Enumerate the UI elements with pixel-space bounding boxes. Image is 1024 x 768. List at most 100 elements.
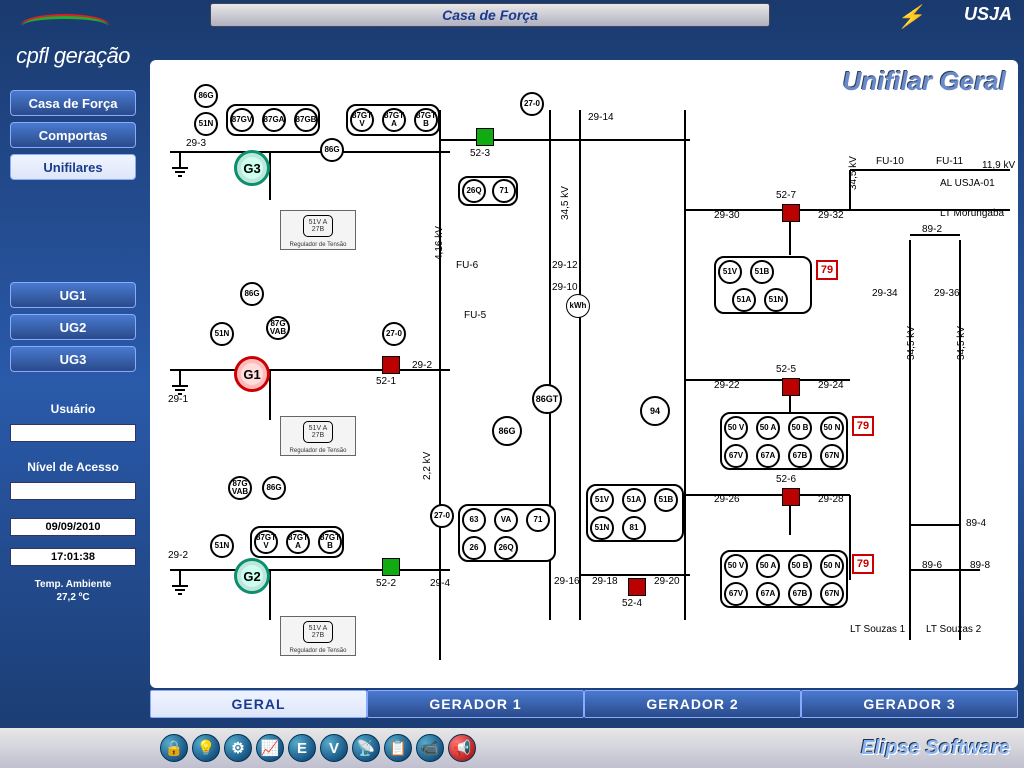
relay-26q-b[interactable]: 26Q xyxy=(494,536,518,560)
switch-52-6[interactable] xyxy=(782,488,800,506)
relay-50a-6[interactable]: 50 A xyxy=(756,554,780,578)
relay-86g-g2[interactable]: 86G xyxy=(262,476,286,500)
relay-87gb[interactable]: 87GB xyxy=(294,108,318,132)
relay-63[interactable]: 63 xyxy=(462,508,486,532)
relay-50b-5[interactable]: 50 B xyxy=(788,416,812,440)
relay-86g[interactable]: 86G xyxy=(194,84,218,108)
relay-87ga[interactable]: 87GA xyxy=(262,108,286,132)
relay-67n-6[interactable]: 67N xyxy=(820,582,844,606)
relay-87gta[interactable]: 87GT A xyxy=(382,108,406,132)
relay-27-0-bot[interactable]: 27-0 xyxy=(430,504,454,528)
relay-group-52-7[interactable]: 51V 51B 51A 51N xyxy=(714,256,812,314)
tab-gerador2[interactable]: GERADOR 2 xyxy=(584,690,801,718)
regulator-g2[interactable]: 51V A 27B Regulador de Tensão xyxy=(280,616,356,656)
relay-86g-g1[interactable]: 86G xyxy=(240,282,264,306)
single-line-diagram[interactable]: G3 G1 G2 52-3 52-1 52-2 52-4 52-5 52-6 5… xyxy=(150,60,1018,688)
relay-87gta-g2[interactable]: 87GT A xyxy=(286,530,310,554)
access-field[interactable] xyxy=(10,482,136,500)
relay-50n-6[interactable]: 50 N xyxy=(820,554,844,578)
relay-50v-6[interactable]: 50 V xyxy=(724,554,748,578)
nav-ug1[interactable]: UG1 xyxy=(10,282,136,308)
relay-50n-5[interactable]: 50 N xyxy=(820,416,844,440)
relay-79-5[interactable]: 79 xyxy=(852,416,874,436)
relay-87gtb[interactable]: 87GT B xyxy=(414,108,438,132)
tool-lock-icon[interactable]: 🔒 xyxy=(160,734,188,762)
tool-e-icon[interactable]: E xyxy=(288,734,316,762)
relay-67a-6[interactable]: 67A xyxy=(756,582,780,606)
relay-group-87gt[interactable]: 87GT V 87GT A 87GT B xyxy=(346,104,440,136)
relay-51v-7[interactable]: 51V xyxy=(718,260,742,284)
relay-group-87gt-g2[interactable]: 87GT V 87GT A 87GT B xyxy=(250,526,344,558)
relay-79-6[interactable]: 79 xyxy=(852,554,874,574)
relay-87gtb-g2[interactable]: 87GT B xyxy=(318,530,342,554)
relay-87gv[interactable]: 87GV xyxy=(230,108,254,132)
relay-51n-g2[interactable]: 51N xyxy=(210,534,234,558)
tool-camera-icon[interactable]: 📹 xyxy=(416,734,444,762)
relay-51n-g1[interactable]: 51N xyxy=(210,322,234,346)
relay-87gtv[interactable]: 87GT V xyxy=(350,108,374,132)
relay-group-26q-71[interactable]: 26Q 71 xyxy=(458,176,518,206)
relay-50b-6[interactable]: 50 B xyxy=(788,554,812,578)
generator-g1[interactable]: G1 xyxy=(234,356,270,392)
switch-52-4[interactable] xyxy=(628,578,646,596)
relay-51a-7[interactable]: 51A xyxy=(732,288,756,312)
relay-67a-5[interactable]: 67A xyxy=(756,444,780,468)
relay-87gtv-g2[interactable]: 87GT V xyxy=(254,530,278,554)
user-field[interactable] xyxy=(10,424,136,442)
nav-unifilares[interactable]: Unifilares xyxy=(10,154,136,180)
relay-51b[interactable]: 51B xyxy=(654,488,678,512)
tool-lamp-icon[interactable]: 💡 xyxy=(192,734,220,762)
relay-81[interactable]: 81 xyxy=(622,516,646,540)
relay-27-0-top[interactable]: 27-0 xyxy=(520,92,544,116)
relay-71b[interactable]: 71 xyxy=(526,508,550,532)
switch-52-7[interactable] xyxy=(782,204,800,222)
tab-gerador3[interactable]: GERADOR 3 xyxy=(801,690,1018,718)
relay-group-52-6[interactable]: 50 V 50 A 50 B 50 N 67V 67A 67B 67N xyxy=(720,550,848,608)
relay-group-trafo[interactable]: 63 VA 71 26 26Q xyxy=(458,504,556,562)
switch-52-3[interactable] xyxy=(476,128,494,146)
nav-comportas[interactable]: Comportas xyxy=(10,122,136,148)
relay-26q[interactable]: 26Q xyxy=(462,179,486,203)
regulator-g3[interactable]: 51V A 27B Regulador de Tensão xyxy=(280,210,356,250)
switch-52-2[interactable] xyxy=(382,558,400,576)
relay-va[interactable]: VA xyxy=(494,508,518,532)
nav-casa-forca[interactable]: Casa de Força xyxy=(10,90,136,116)
relay-67n-5[interactable]: 67N xyxy=(820,444,844,468)
relay-86gt[interactable]: 86GT xyxy=(532,384,562,414)
generator-g2[interactable]: G2 xyxy=(234,558,270,594)
relay-26[interactable]: 26 xyxy=(462,536,486,560)
relay-51a[interactable]: 51A xyxy=(622,488,646,512)
relay-51n-7[interactable]: 51N xyxy=(764,288,788,312)
nav-ug3[interactable]: UG3 xyxy=(10,346,136,372)
tab-gerador1[interactable]: GERADOR 1 xyxy=(367,690,584,718)
tool-v-icon[interactable]: V xyxy=(320,734,348,762)
relay-group-52-5[interactable]: 50 V 50 A 50 B 50 N 67V 67A 67B 67N xyxy=(720,412,848,470)
relay-51b-7[interactable]: 51B xyxy=(750,260,774,284)
tool-report-icon[interactable]: 📋 xyxy=(384,734,412,762)
relay-50v-5[interactable]: 50 V xyxy=(724,416,748,440)
generator-g3[interactable]: G3 xyxy=(234,150,270,186)
relay-67v-6[interactable]: 67V xyxy=(724,582,748,606)
relay-71[interactable]: 71 xyxy=(492,179,516,203)
switch-52-1[interactable] xyxy=(382,356,400,374)
relay-87gvab-g1[interactable]: 87G VAB xyxy=(266,316,290,340)
switch-52-5[interactable] xyxy=(782,378,800,396)
relay-67v-5[interactable]: 67V xyxy=(724,444,748,468)
nav-ug2[interactable]: UG2 xyxy=(10,314,136,340)
regulator-g1[interactable]: 51V A 27B Regulador de Tensão xyxy=(280,416,356,456)
relay-67b-6[interactable]: 67B xyxy=(788,582,812,606)
relay-86g-center[interactable]: 86G xyxy=(492,416,522,446)
relay-87gvab-g2[interactable]: 87G VAB xyxy=(228,476,252,500)
tab-geral[interactable]: GERAL xyxy=(150,690,367,718)
relay-51n-b[interactable]: 51N xyxy=(590,516,614,540)
meter-kwh[interactable]: kWh xyxy=(566,294,590,318)
relay-group-51[interactable]: 51V 51A 51B 51N 81 xyxy=(586,484,684,542)
tool-antenna-icon[interactable]: 📡 xyxy=(352,734,380,762)
relay-67b-5[interactable]: 67B xyxy=(788,444,812,468)
relay-50a-5[interactable]: 50 A xyxy=(756,416,780,440)
relay-79-7[interactable]: 79 xyxy=(816,260,838,280)
tool-horn-icon[interactable]: 📢 xyxy=(448,734,476,762)
relay-51n[interactable]: 51N xyxy=(194,112,218,136)
relay-group-87g[interactable]: 87GV 87GA 87GB xyxy=(226,104,320,136)
relay-27-0-mid[interactable]: 27-0 xyxy=(382,322,406,346)
